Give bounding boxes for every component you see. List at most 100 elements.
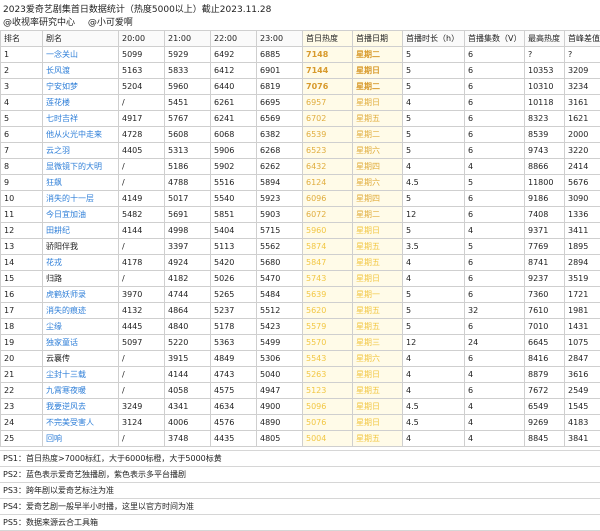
cell-2200: 5113 [211, 239, 257, 255]
cell-2000: 4917 [119, 111, 165, 127]
cell-max-heat: 7360 [525, 287, 565, 303]
cell-name: 花戎 [43, 255, 119, 271]
cell-2200: 5363 [211, 335, 257, 351]
table-body: 1一念关山50995929649268857148星期二56??2长风渡5163… [1, 47, 600, 447]
cell-max-heat: 8879 [525, 367, 565, 383]
cell-2200: 5404 [211, 223, 257, 239]
cell-max-heat: 10118 [525, 95, 565, 111]
cell-2300: 6819 [257, 79, 303, 95]
cell-rank: 15 [1, 271, 43, 287]
cell-2000: 3970 [119, 287, 165, 303]
cell-duration: 4 [403, 367, 465, 383]
cell-2200: 4576 [211, 415, 257, 431]
cell-2000: 4132 [119, 303, 165, 319]
cell-diff: 1981 [565, 303, 600, 319]
cell-first-day-heat: 6432 [303, 159, 353, 175]
cell-episodes: 6 [465, 63, 525, 79]
cell-2200: 5516 [211, 175, 257, 191]
cell-duration: 5 [403, 111, 465, 127]
cell-premiere-date: 星期六 [353, 351, 403, 367]
cell-duration: 5 [403, 47, 465, 63]
cell-name: 骄阳伴我 [43, 239, 119, 255]
cell-max-heat: 8416 [525, 351, 565, 367]
cell-rank: 7 [1, 143, 43, 159]
table-row: 1一念关山50995929649268857148星期二56?? [1, 47, 600, 63]
cell-diff: 1621 [565, 111, 600, 127]
cell-episodes: 6 [465, 255, 525, 271]
cell-2000: / [119, 239, 165, 255]
table-row: 16虎鹤妖师录39704744526554845639星期一5673601721 [1, 287, 600, 303]
cell-2300: 5040 [257, 367, 303, 383]
cell-rank: 9 [1, 175, 43, 191]
cell-episodes: 4 [465, 367, 525, 383]
cell-2100: 5017 [165, 191, 211, 207]
cell-max-heat: 7672 [525, 383, 565, 399]
col-rank: 排名 [1, 31, 43, 47]
cell-duration: 4 [403, 255, 465, 271]
cell-2200: 5420 [211, 255, 257, 271]
cell-duration: 4.5 [403, 415, 465, 431]
cell-diff: 3841 [565, 431, 600, 447]
cell-first-day-heat: 6957 [303, 95, 353, 111]
cell-2300: 6695 [257, 95, 303, 111]
cell-premiere-date: 星期五 [353, 111, 403, 127]
cell-duration: 3.5 [403, 239, 465, 255]
cell-name: 今日宜加油 [43, 207, 119, 223]
cell-first-day-heat: 6096 [303, 191, 353, 207]
note-4: PS4：爱奇艺剧一般早半小时播，这里以官方时间为准 [0, 499, 600, 515]
cell-rank: 25 [1, 431, 43, 447]
cell-2300: 5512 [257, 303, 303, 319]
cell-duration: 5 [403, 223, 465, 239]
cell-duration: 5 [403, 287, 465, 303]
cell-duration: 4.5 [403, 175, 465, 191]
cell-name: 显微镜下的大明 [43, 159, 119, 175]
cell-2300: 5562 [257, 239, 303, 255]
source-2: @小可爱啊 [88, 18, 133, 28]
cell-name: 尘缘 [43, 319, 119, 335]
cell-name: 归路 [43, 271, 119, 287]
cell-premiere-date: 星期日 [353, 95, 403, 111]
cell-episodes: 6 [465, 79, 525, 95]
cell-name: 不完美受害人 [43, 415, 119, 431]
cell-rank: 10 [1, 191, 43, 207]
cell-diff: 2414 [565, 159, 600, 175]
cell-rank: 24 [1, 415, 43, 431]
cell-2000: / [119, 95, 165, 111]
cell-first-day-heat: 7148 [303, 47, 353, 63]
cell-diff: 3220 [565, 143, 600, 159]
cell-2300: 6569 [257, 111, 303, 127]
cell-2100: 5929 [165, 47, 211, 63]
cell-rank: 11 [1, 207, 43, 223]
cell-2200: 6492 [211, 47, 257, 63]
cell-2100: 4924 [165, 255, 211, 271]
cell-diff: 2000 [565, 127, 600, 143]
cell-2000: 4178 [119, 255, 165, 271]
cell-first-day-heat: 5570 [303, 335, 353, 351]
table-row: 11今日宜加油54825691585159036072星期二1267408133… [1, 207, 600, 223]
cell-name: 一念关山 [43, 47, 119, 63]
table-row: 10消失的十一层41495017554059236096星期四569186309… [1, 191, 600, 207]
col-2300: 23:00 [257, 31, 303, 47]
cell-premiere-date: 星期五 [353, 383, 403, 399]
cell-premiere-date: 星期四 [353, 159, 403, 175]
cell-2200: 4849 [211, 351, 257, 367]
cell-2000: / [119, 367, 165, 383]
cell-max-heat: 6549 [525, 399, 565, 415]
cell-2100: 4144 [165, 367, 211, 383]
cell-2300: 5894 [257, 175, 303, 191]
cell-episodes: 6 [465, 271, 525, 287]
cell-duration: 5 [403, 143, 465, 159]
cell-first-day-heat: 5639 [303, 287, 353, 303]
cell-2100: 4864 [165, 303, 211, 319]
cell-rank: 2 [1, 63, 43, 79]
cell-2100: 4788 [165, 175, 211, 191]
cell-2000: 4728 [119, 127, 165, 143]
cell-2100: 5691 [165, 207, 211, 223]
page-title: 2023爱奇艺剧集首日数据统计（热度5000以上）截止2023.11.28 [3, 2, 271, 15]
cell-max-heat: 7769 [525, 239, 565, 255]
cell-diff: 3616 [565, 367, 600, 383]
cell-premiere-date: 星期六 [353, 175, 403, 191]
cell-2200: 5851 [211, 207, 257, 223]
cell-premiere-date: 星期日 [353, 223, 403, 239]
cell-episodes: 6 [465, 95, 525, 111]
